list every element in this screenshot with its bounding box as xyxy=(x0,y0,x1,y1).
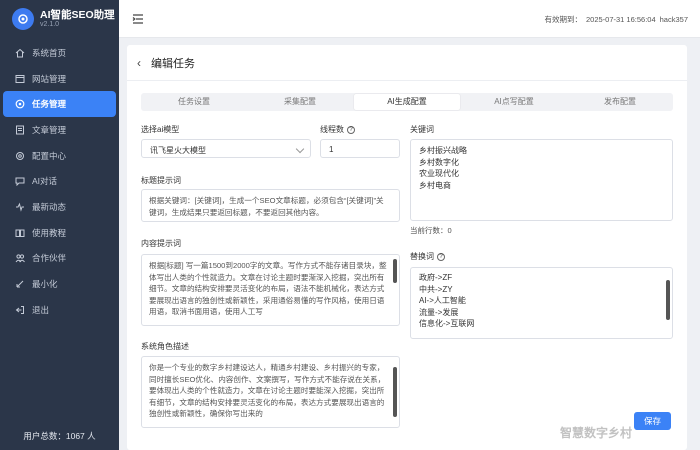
model-label: 选择ai模型 xyxy=(141,125,180,134)
task-icon xyxy=(15,99,25,109)
sidebar-item-label: 最小化 xyxy=(32,279,58,290)
watermark: 智慧数字乡村 xyxy=(560,426,633,440)
minimize-icon xyxy=(15,279,25,289)
content-prompt-textarea[interactable]: 根据[标题] 写一篇1500到2000字的文章。写作方式不能存诸目录块，整体写出… xyxy=(141,254,400,326)
content-prompt-label: 内容提示词 xyxy=(141,239,181,248)
sidebar-item-website[interactable]: 网站管理 xyxy=(3,66,116,92)
tab-ai-rewrite-config[interactable]: AI点写配置 xyxy=(461,93,567,111)
sidebar-item-label: 文章管理 xyxy=(32,124,67,135)
keyword-line: 乡村数字化 xyxy=(419,157,459,167)
tab-publish-config[interactable]: 发布配置 xyxy=(567,93,673,111)
sidebar-item-tasks[interactable]: 任务管理 xyxy=(3,91,116,118)
sidebar-item-label: 使用教程 xyxy=(32,227,67,238)
sidebar-item-label: 任务管理 xyxy=(32,99,67,110)
app-title: AI智能SEO助理 xyxy=(40,8,115,21)
expiry-value: 2025-07-31 16:56:04 xyxy=(585,15,656,24)
sidebar-item-label: 配置中心 xyxy=(32,150,67,161)
help-icon[interactable]: ? xyxy=(437,252,445,261)
keyword-line: 乡村振兴战略 xyxy=(419,146,467,155)
keyword-line: 乡村电商 xyxy=(419,180,451,190)
sidebar-item-label: 退出 xyxy=(32,304,50,315)
home-icon xyxy=(15,48,25,58)
article-icon xyxy=(15,125,25,135)
brand: AI智能SEO助理 v2.1.0 xyxy=(0,0,119,38)
username[interactable]: hack357 xyxy=(660,15,688,24)
sidebar-item-label: 最新动态 xyxy=(32,201,67,212)
expiry-label: 有效期到： xyxy=(544,15,582,24)
sidebar-item-label: 合作伙伴 xyxy=(32,253,67,264)
chat-icon xyxy=(15,176,25,187)
sidebar-item-home[interactable]: 系统首页 xyxy=(3,40,116,66)
sidebar-item-minimize[interactable]: 最小化 xyxy=(3,271,116,297)
replace-line: 中共->ZY xyxy=(419,284,453,294)
sidebar-item-label: 系统首页 xyxy=(32,47,67,58)
app-version: v2.1.0 xyxy=(40,21,60,28)
tab-bar: 任务设置 采集配置 AI生成配置 AI点写配置 发布配置 xyxy=(141,93,673,111)
partner-icon xyxy=(15,253,25,263)
config-icon xyxy=(15,151,25,161)
sidebar-item-tutorial[interactable]: 使用教程 xyxy=(3,220,116,246)
content-prompt-text: 根据[标题] 写一篇1500到2000字的文章。写作方式不能存诸目录块，整体写出… xyxy=(149,261,387,316)
model-select-value: 讯飞星火大模型 xyxy=(150,146,206,155)
sidebar-item-label: AI对话 xyxy=(32,176,58,187)
replace-words-textarea[interactable]: 政府->ZF 中共->ZY AI->人工智能 流量->发展 信息化->互联网 xyxy=(410,267,673,339)
sidebar-item-partners[interactable]: 合作伙伴 xyxy=(3,246,116,272)
sidebar-nav: 系统首页 网站管理 任务管理 文章管理 配置中心 AI对话 最新动态 使用教程 xyxy=(0,40,119,323)
sidebar-item-label: 网站管理 xyxy=(32,73,67,84)
threads-value: 1 xyxy=(329,145,334,154)
chevron-down-icon xyxy=(295,144,305,154)
threads-label: 线程数? xyxy=(320,124,355,135)
system-role-label: 系统角色描述 xyxy=(141,342,189,351)
title-prompt-textarea[interactable]: 根据关键词：[关键词]，生成一个SEO文章标题，必须包含“[关键词]”关键词，生… xyxy=(141,189,400,222)
system-role-text: 你是一个专业的数字乡村建设达人，精通乡村建设、乡村振兴的专家，同时擅长SEO优化… xyxy=(149,363,386,418)
news-icon xyxy=(15,202,25,212)
replace-words-label: 替换词? xyxy=(410,251,445,262)
threads-input[interactable]: 1 xyxy=(320,139,400,158)
brand-logo-icon xyxy=(12,8,34,30)
content-scrollbar[interactable] xyxy=(393,259,397,321)
help-icon[interactable]: ? xyxy=(347,125,355,134)
expiry-info: 有效期到： 2025-07-31 16:56:04 hack357 xyxy=(544,14,688,25)
keywords-label: 关键词 xyxy=(410,125,434,134)
replace-line: AI->人工智能 xyxy=(419,296,466,305)
tab-task-settings[interactable]: 任务设置 xyxy=(141,93,247,111)
topbar: 有效期到： 2025-07-31 16:56:04 hack357 xyxy=(119,0,700,38)
system-role-textarea[interactable]: 你是一个专业的数字乡村建设达人，精通乡村建设、乡村振兴的专家，同时擅长SEO优化… xyxy=(141,356,400,428)
title-prompt-label: 标题提示词 xyxy=(141,176,181,185)
card-header: ‹ 编辑任务 xyxy=(127,45,687,81)
replace-line: 流量->发展 xyxy=(419,307,459,317)
sidebar-item-config[interactable]: 配置中心 xyxy=(3,143,116,169)
replace-scrollbar[interactable] xyxy=(666,272,670,334)
replace-line: 信息化->互联网 xyxy=(419,319,475,328)
title-prompt-text: 根据关键词：[关键词]，生成一个SEO文章标题，必须包含“[关键词]”关键词，生… xyxy=(149,196,384,217)
back-arrow-icon[interactable]: ‹ xyxy=(137,56,141,70)
model-select[interactable]: 讯飞星火大模型 xyxy=(141,139,311,158)
sidebar: AI智能SEO助理 v2.1.0 系统首页 网站管理 任务管理 文章管理 配置中… xyxy=(0,0,119,450)
tutorial-icon xyxy=(15,228,25,238)
role-scrollbar[interactable] xyxy=(393,361,397,423)
user-count: 用户总数：1067 人 xyxy=(23,431,96,441)
edit-task-card: ‹ 编辑任务 任务设置 采集配置 AI生成配置 AI点写配置 发布配置 选择ai… xyxy=(127,45,687,450)
keywords-count: 当前行数：0 xyxy=(410,226,452,235)
website-icon xyxy=(15,74,25,84)
sidebar-item-ai-chat[interactable]: AI对话 xyxy=(3,168,116,194)
keyword-line: 农业现代化 xyxy=(419,169,459,178)
tab-collect-config[interactable]: 采集配置 xyxy=(247,93,353,111)
save-button[interactable]: 保存 xyxy=(634,412,671,430)
menu-toggle-icon[interactable] xyxy=(131,12,145,26)
sidebar-item-articles[interactable]: 文章管理 xyxy=(3,117,116,143)
tab-ai-generation-config[interactable]: AI生成配置 xyxy=(354,94,460,110)
page-title: 编辑任务 xyxy=(151,57,195,70)
replace-line: 政府->ZF xyxy=(419,273,453,282)
sidebar-item-logout[interactable]: 退出 xyxy=(3,297,116,323)
sidebar-item-news[interactable]: 最新动态 xyxy=(3,194,116,220)
logout-icon xyxy=(15,305,25,315)
keywords-textarea[interactable]: 乡村振兴战略 乡村数字化 农业现代化 乡村电商 xyxy=(410,139,673,221)
